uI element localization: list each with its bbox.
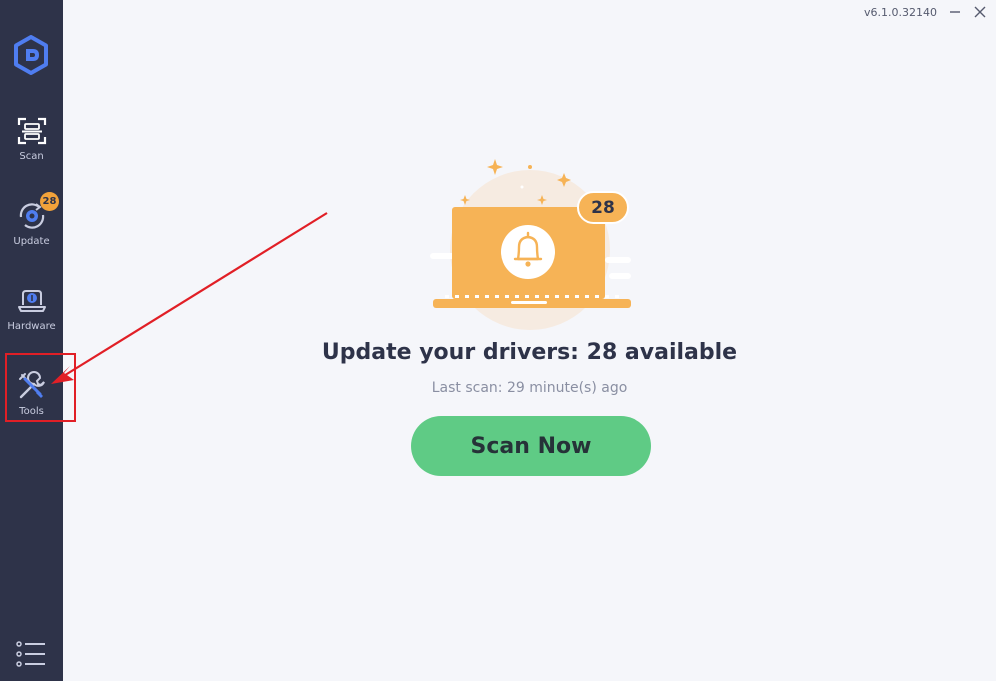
- update-count-badge: 28: [40, 192, 59, 211]
- page-title: Update your drivers: 28 available: [321, 340, 738, 365]
- sidebar: Scan 28 Update Hardware Tools: [0, 0, 63, 681]
- scan-icon: [17, 117, 46, 145]
- close-icon[interactable]: [969, 2, 991, 22]
- sidebar-item-hardware[interactable]: Hardware: [0, 285, 63, 355]
- sidebar-item-label: Update: [13, 236, 50, 247]
- minimize-icon[interactable]: [944, 2, 966, 22]
- laptop-bell-illustration: [425, 155, 640, 330]
- hardware-icon: [17, 290, 46, 312]
- driver-easy-logo-icon: [13, 35, 49, 75]
- last-scan-text: Last scan: 29 minute(s) ago: [431, 380, 628, 396]
- menu-icon[interactable]: [16, 640, 46, 668]
- sidebar-item-update[interactable]: 28 Update: [0, 192, 63, 270]
- sidebar-item-scan[interactable]: Scan: [0, 115, 63, 185]
- sidebar-item-label: Tools: [19, 406, 44, 417]
- tools-icon: [18, 371, 45, 399]
- scan-now-button[interactable]: Scan Now: [411, 416, 651, 476]
- sidebar-item-tools[interactable]: Tools: [0, 370, 63, 440]
- sidebar-item-label: Hardware: [7, 321, 56, 332]
- version-label: v6.1.0.32140: [864, 6, 937, 19]
- available-count-badge: 28: [577, 191, 629, 224]
- sidebar-item-label: Scan: [19, 151, 44, 162]
